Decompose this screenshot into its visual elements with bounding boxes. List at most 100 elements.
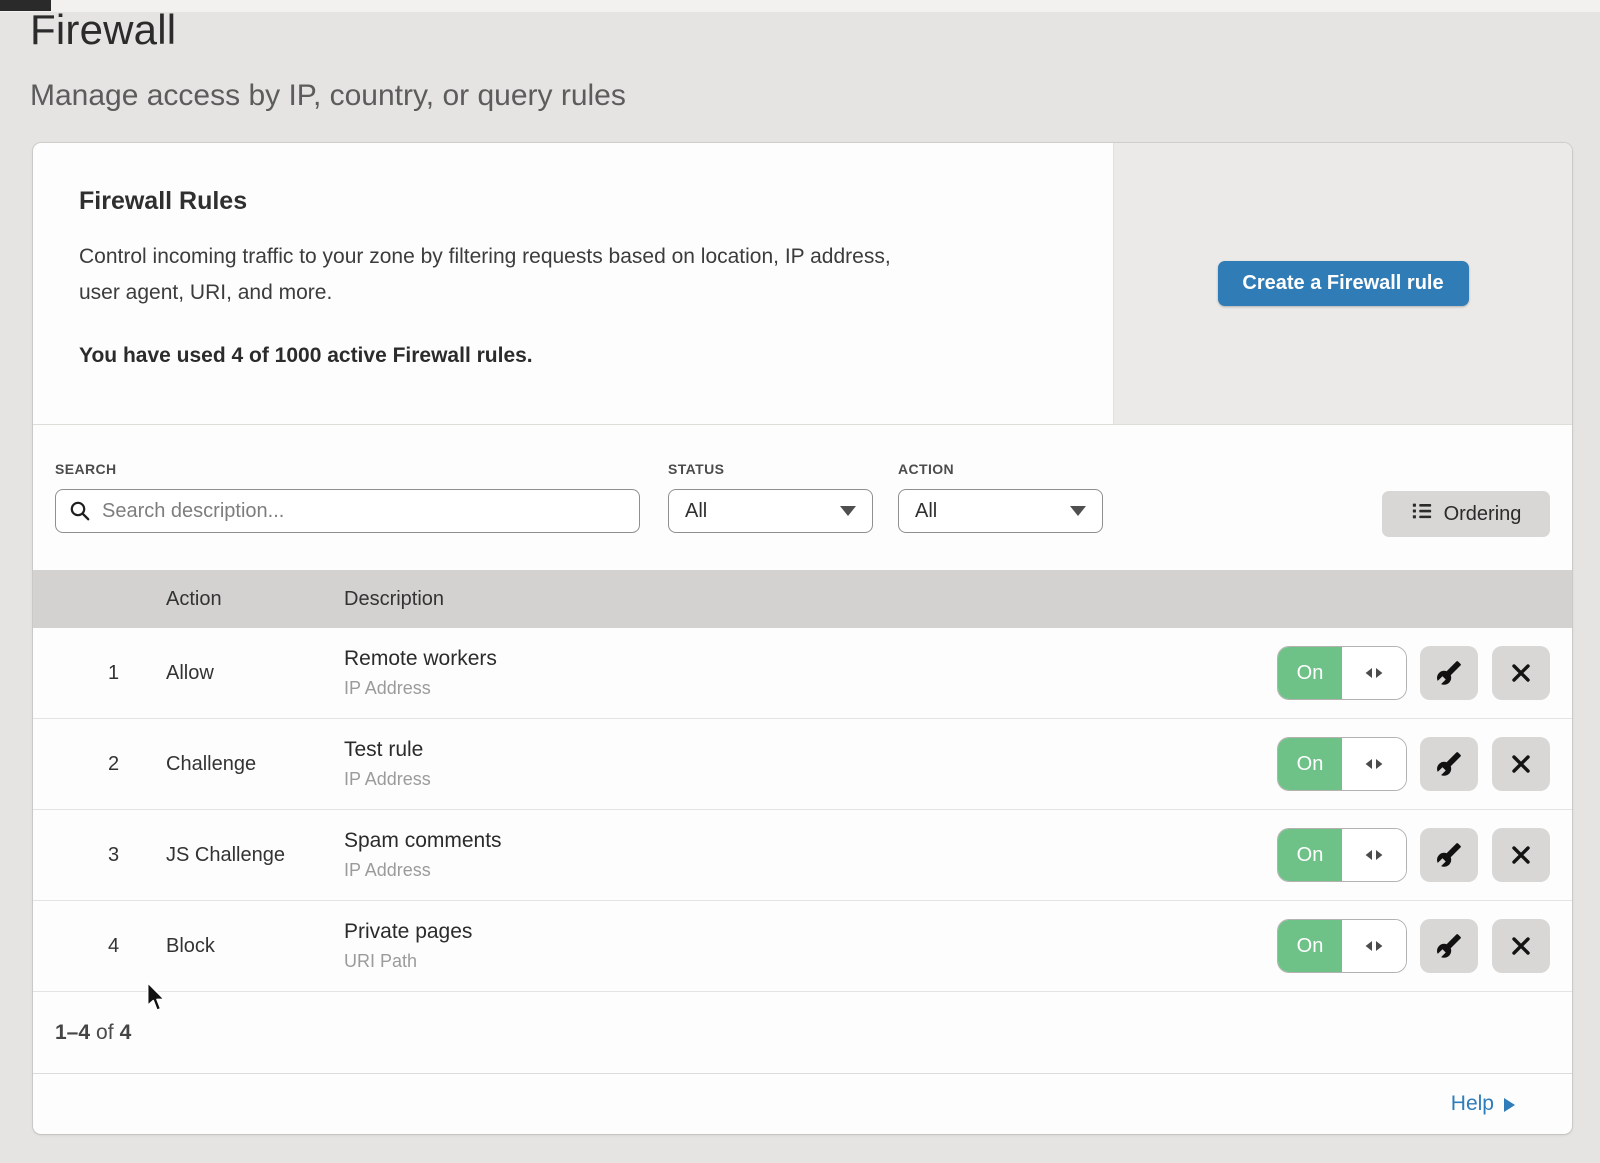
edit-rule-button[interactable] [1420, 737, 1478, 791]
left-right-arrows-icon [1362, 661, 1386, 685]
rule-match-type: IP Address [344, 769, 1277, 790]
delete-rule-button[interactable] [1492, 919, 1550, 973]
hero-description: Control incoming traffic to your zone by… [79, 239, 1033, 311]
rule-controls: On [1277, 646, 1572, 700]
rule-description: Remote workers [344, 647, 1277, 671]
toggle-on-label[interactable]: On [1278, 647, 1342, 699]
toggle-handle[interactable] [1342, 647, 1406, 699]
pagination-total: 4 [120, 1021, 132, 1045]
table-row: 4 Block Private pages URI Path On [33, 901, 1572, 992]
rule-action: Block [166, 935, 344, 958]
rule-priority: 4 [33, 935, 166, 958]
rule-enabled-toggle[interactable]: On [1278, 829, 1406, 881]
rule-enabled-toggle[interactable]: On [1278, 647, 1406, 699]
action-label: ACTION [898, 461, 1103, 477]
rule-action: JS Challenge [166, 844, 344, 867]
left-right-arrows-icon [1362, 843, 1386, 867]
rule-description-cell: Remote workers IP Address [344, 647, 1277, 699]
wrench-icon [1436, 660, 1462, 686]
status-select[interactable]: All [668, 489, 873, 533]
hero-description-line1: Control incoming traffic to your zone by… [79, 245, 891, 268]
hero-section: Firewall Rules Control incoming traffic … [33, 143, 1572, 425]
action-select[interactable]: All [898, 489, 1103, 533]
filters-bar: SEARCH STATUS All ACTION All [33, 425, 1572, 570]
rule-description-cell: Test rule IP Address [344, 738, 1277, 790]
top-edge-strip [0, 0, 1600, 12]
action-filter-group: ACTION All [898, 461, 1103, 533]
rule-controls: On [1277, 828, 1572, 882]
help-row: Help [33, 1073, 1572, 1134]
help-link-label: Help [1451, 1092, 1494, 1116]
hero-text: Firewall Rules Control incoming traffic … [33, 143, 1033, 368]
rule-priority: 2 [33, 753, 166, 776]
table-header: Action Description [33, 570, 1572, 628]
description-column-header: Description [344, 588, 1277, 611]
edit-rule-button[interactable] [1420, 828, 1478, 882]
rule-priority: 3 [33, 844, 166, 867]
rule-action: Allow [166, 662, 344, 685]
rule-priority: 1 [33, 662, 166, 685]
rule-match-type: URI Path [344, 951, 1277, 972]
close-icon [1509, 752, 1533, 776]
rule-controls: On [1277, 919, 1572, 973]
ordering-button-label: Ordering [1444, 503, 1522, 526]
table-row: 3 JS Challenge Spam comments IP Address … [33, 810, 1572, 901]
close-icon [1509, 661, 1533, 685]
search-icon [68, 499, 92, 528]
ordering-button[interactable]: Ordering [1382, 491, 1550, 537]
left-right-arrows-icon [1362, 934, 1386, 958]
rule-description-cell: Spam comments IP Address [344, 829, 1277, 881]
arrow-right-icon [1504, 1098, 1515, 1112]
pagination: 1–4 of 4 [33, 992, 1572, 1073]
rule-description: Test rule [344, 738, 1277, 762]
page-subtitle: Manage access by IP, country, or query r… [30, 79, 626, 113]
wrench-icon [1436, 751, 1462, 777]
edit-rule-button[interactable] [1420, 646, 1478, 700]
rule-controls: On [1277, 737, 1572, 791]
rule-enabled-toggle[interactable]: On [1278, 920, 1406, 972]
action-column-header: Action [166, 588, 344, 611]
status-filter-group: STATUS All [668, 461, 873, 533]
search-input[interactable] [55, 489, 640, 533]
page-title: Firewall [30, 6, 176, 54]
rule-enabled-toggle[interactable]: On [1278, 738, 1406, 790]
firewall-rules-card: Firewall Rules Control incoming traffic … [33, 143, 1572, 1134]
toggle-handle[interactable] [1342, 738, 1406, 790]
delete-rule-button[interactable] [1492, 828, 1550, 882]
chevron-down-icon [840, 506, 856, 516]
delete-rule-button[interactable] [1492, 737, 1550, 791]
edit-rule-button[interactable] [1420, 919, 1478, 973]
hero-title: Firewall Rules [79, 187, 1033, 216]
table-row: 1 Allow Remote workers IP Address On [33, 628, 1572, 719]
close-icon [1509, 934, 1533, 958]
ordered-list-icon [1411, 500, 1433, 528]
search-group: SEARCH [55, 461, 640, 533]
create-firewall-rule-button[interactable]: Create a Firewall rule [1218, 261, 1469, 306]
table-row: 2 Challenge Test rule IP Address On [33, 719, 1572, 810]
delete-rule-button[interactable] [1492, 646, 1550, 700]
help-link[interactable]: Help [1451, 1092, 1515, 1116]
toggle-handle[interactable] [1342, 920, 1406, 972]
toggle-handle[interactable] [1342, 829, 1406, 881]
rule-description: Private pages [344, 920, 1277, 944]
rule-description-cell: Private pages URI Path [344, 920, 1277, 972]
wrench-icon [1436, 933, 1462, 959]
close-icon [1509, 843, 1533, 867]
wrench-icon [1436, 842, 1462, 868]
status-selected-value: All [685, 500, 707, 523]
chevron-down-icon [1070, 506, 1086, 516]
pagination-separator: of [96, 1021, 114, 1045]
rule-action: Challenge [166, 753, 344, 776]
action-selected-value: All [915, 500, 937, 523]
toggle-on-label[interactable]: On [1278, 829, 1342, 881]
left-right-arrows-icon [1362, 752, 1386, 776]
toggle-on-label[interactable]: On [1278, 738, 1342, 790]
pagination-range: 1–4 [55, 1021, 90, 1045]
cta-panel: Create a Firewall rule [1113, 143, 1572, 424]
rule-match-type: IP Address [344, 860, 1277, 881]
usage-summary: You have used 4 of 1000 active Firewall … [79, 344, 1033, 368]
status-label: STATUS [668, 461, 873, 477]
toggle-on-label[interactable]: On [1278, 920, 1342, 972]
hero-description-line2: user agent, URI, and more. [79, 281, 332, 304]
rule-description: Spam comments [344, 829, 1277, 853]
